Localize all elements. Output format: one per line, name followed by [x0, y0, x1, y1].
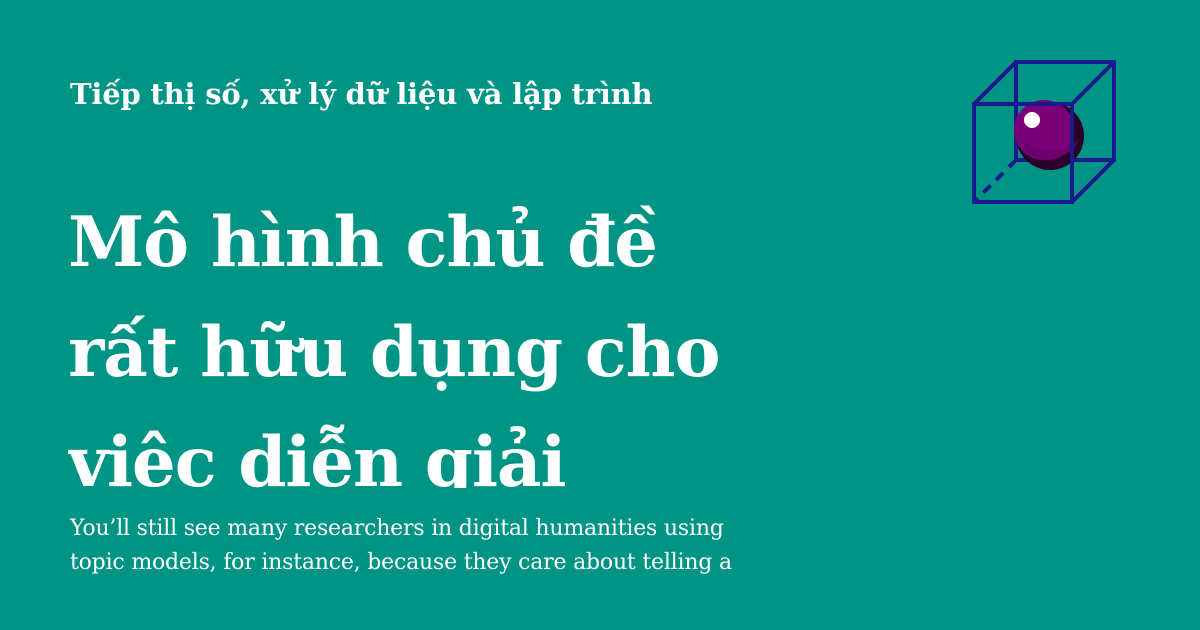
cube-with-sphere-icon: [968, 56, 1120, 208]
title-line: Mô hình chủ đề: [68, 202, 658, 283]
excerpt-line: You’ll still see many researchers in dig…: [70, 516, 724, 541]
title-block: Mô hình chủ đề rất hữu dụng cho viêc diễ…: [68, 188, 928, 488]
title-line: viêc diễn giải: [68, 422, 567, 488]
page-title: Mô hình chủ đề rất hữu dụng cho viêc diễ…: [68, 188, 928, 488]
excerpt-line: topic models, for instance, because they…: [70, 550, 732, 575]
category-label: Tiếp thị số, xử lý dữ liệu và lập trình: [70, 77, 653, 111]
title-line: rất hữu dụng cho: [68, 312, 721, 393]
excerpt-text: You’ll still see many researchers in dig…: [70, 512, 890, 580]
social-card: { "card": { "category": "Tiếp thị số, xử…: [0, 0, 1200, 630]
